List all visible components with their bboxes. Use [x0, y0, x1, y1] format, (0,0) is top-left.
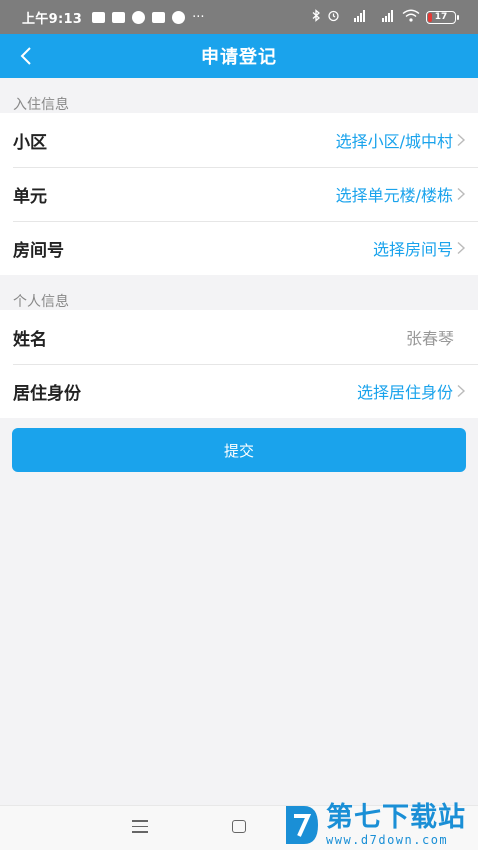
- signal-icon: [374, 9, 396, 25]
- identity-select[interactable]: 选择居住身份: [357, 379, 466, 403]
- message-icon: [92, 11, 106, 23]
- chevron-right-icon: [457, 133, 466, 147]
- page-title: 申请登记: [201, 47, 277, 68]
- personal-group: 姓名 张春琴 居住身份 选择居住身份: [0, 310, 478, 418]
- system-status: 17: [312, 9, 459, 25]
- row-label: 姓名: [13, 329, 47, 350]
- name-field[interactable]: 张春琴: [406, 325, 454, 349]
- community-select[interactable]: 选择小区/城中村: [336, 128, 466, 152]
- wifi-icon: [402, 9, 420, 25]
- submit-button[interactable]: 提交: [12, 428, 466, 472]
- watermark-title: 第七下载站: [326, 802, 466, 833]
- watermark-url: www.d7down.com: [326, 833, 449, 847]
- bluetooth-icon: [312, 9, 321, 25]
- chevron-right-icon: [457, 384, 466, 398]
- back-button[interactable]: [12, 42, 40, 70]
- battery-level: 17: [434, 12, 448, 22]
- d7-logo-icon: [286, 806, 318, 844]
- row-name[interactable]: 姓名 张春琴: [0, 310, 478, 364]
- signal-icon: [346, 9, 368, 25]
- home-icon[interactable]: [232, 820, 246, 833]
- status-time: 上午9:13: [22, 11, 83, 27]
- row-unit[interactable]: 单元 选择单元楼/楼栋: [0, 167, 478, 221]
- check-icon: [172, 10, 186, 24]
- chat-icon: [112, 11, 126, 23]
- row-label: 居住身份: [13, 383, 81, 404]
- battery-icon: 17: [426, 10, 459, 24]
- row-label: 单元: [13, 186, 47, 207]
- location-icon: [132, 10, 146, 24]
- chevron-right-icon: [457, 241, 466, 255]
- nav-bar: 申请登记: [0, 34, 478, 78]
- unit-select[interactable]: 选择单元楼/楼栋: [336, 182, 466, 206]
- app-notification-icon: [152, 11, 166, 23]
- status-bar: 上午9:13 ··· 17: [0, 0, 478, 34]
- row-label: 小区: [13, 132, 47, 153]
- watermark: 第七下载站 www.d7down.com: [282, 800, 478, 850]
- row-community[interactable]: 小区 选择小区/城中村: [0, 113, 478, 167]
- alarm-icon: [327, 9, 340, 25]
- residence-group: 小区 选择小区/城中村 单元 选择单元楼/楼栋 房间号 选择房间号: [0, 113, 478, 275]
- notification-icons: ···: [92, 10, 312, 25]
- room-select[interactable]: 选择房间号: [373, 236, 466, 260]
- menu-icon[interactable]: [132, 820, 148, 834]
- chevron-left-icon: [20, 47, 31, 65]
- more-notifications-icon: ···: [192, 9, 205, 25]
- chevron-right-icon: [457, 187, 466, 201]
- row-room[interactable]: 房间号 选择房间号: [0, 221, 478, 275]
- row-label: 房间号: [13, 240, 64, 261]
- row-identity[interactable]: 居住身份 选择居住身份: [0, 364, 478, 418]
